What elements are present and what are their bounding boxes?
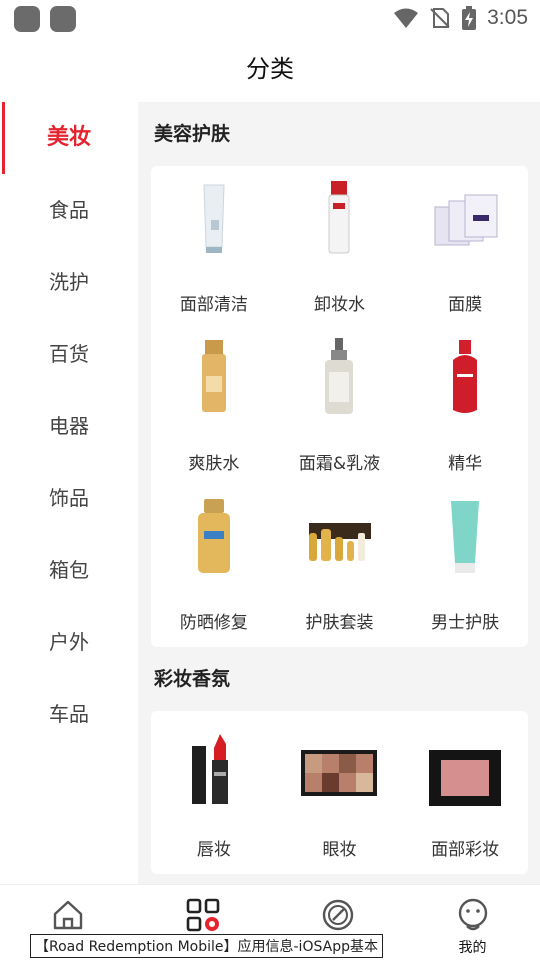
face-mask-pack-icon xyxy=(415,170,515,280)
category-sidebar: 美妆 食品 洗护 百货 电器 饰品 箱包 户外 车品 xyxy=(0,102,138,884)
category-item-label: 爽肤水 xyxy=(188,454,240,474)
makeup-remover-bottle-icon xyxy=(289,170,389,280)
category-item[interactable]: 面部彩妆 xyxy=(402,715,528,874)
category-item[interactable]: 面膜 xyxy=(402,170,528,329)
battery-charging-icon xyxy=(462,6,477,30)
section-title-skincare: 美容护肤 xyxy=(154,123,231,145)
cleanser-tube-icon xyxy=(164,170,264,280)
category-item-label: 防晒修复 xyxy=(179,613,248,633)
section-title-cosmetics: 彩妆香氛 xyxy=(154,668,231,690)
app-notification-icon xyxy=(14,6,40,32)
category-item[interactable]: 防晒修复 xyxy=(151,488,277,647)
profile-icon xyxy=(458,898,487,931)
category-item[interactable]: 唇妆 xyxy=(151,715,277,874)
app-notification-icon xyxy=(50,6,76,32)
blush-compact-icon xyxy=(415,715,515,825)
home-icon xyxy=(53,900,82,930)
category-item[interactable]: 卸妆水 xyxy=(277,170,403,329)
category-item-label: 护肤套装 xyxy=(305,613,374,633)
clock-time: 3:05 xyxy=(487,6,528,29)
category-item-label: 唇妆 xyxy=(196,840,231,860)
category-item-label: 面部彩妆 xyxy=(431,840,500,860)
sidebar-item-personal-care[interactable]: 洗护 xyxy=(0,246,138,318)
category-item-label: 精华 xyxy=(448,454,483,474)
page-header: 分类 xyxy=(0,36,540,102)
serum-bottle-icon xyxy=(415,329,515,439)
category-item[interactable]: 护肤套装 xyxy=(277,488,403,647)
category-item[interactable]: 爽肤水 xyxy=(151,329,277,488)
nav-profile[interactable]: 我的 xyxy=(405,885,540,960)
category-item[interactable]: 面部清洁 xyxy=(151,170,277,329)
category-item[interactable]: 男士护肤 xyxy=(402,488,528,647)
category-item-label: 面膜 xyxy=(448,295,483,315)
discover-icon xyxy=(322,899,353,931)
category-item-label: 男士护肤 xyxy=(431,613,500,633)
sidebar-item-car[interactable]: 车品 xyxy=(0,678,138,750)
mens-tube-icon xyxy=(415,488,515,598)
category-item[interactable]: 面霜&乳液 xyxy=(277,329,403,488)
category-item-label: 面部清洁 xyxy=(179,295,248,315)
category-icon xyxy=(186,898,219,932)
category-item[interactable]: 眼妆 xyxy=(277,715,403,874)
sidebar-item-food[interactable]: 食品 xyxy=(0,174,138,246)
cream-pump-bottle-icon xyxy=(289,329,389,439)
tooltip: 【Road Redemption Mobile】应用信息-iOSApp基本 xyxy=(30,934,383,958)
sidebar-item-outdoor[interactable]: 户外 xyxy=(0,606,138,678)
skincare-grid: 面部清洁 卸妆水 面膜 爽肤水 面霜&乳液 精华 防晒修复 护肤套装 男士护肤 xyxy=(151,166,528,647)
sidebar-item-appliances[interactable]: 电器 xyxy=(0,390,138,462)
sidebar-item-household[interactable]: 百货 xyxy=(0,318,138,390)
nav-profile-label: 我的 xyxy=(458,940,487,956)
sidebar-item-accessories[interactable]: 饰品 xyxy=(0,462,138,534)
skincare-set-icon xyxy=(289,488,389,598)
eyeshadow-palette-icon xyxy=(289,715,389,825)
wifi-icon xyxy=(394,8,419,28)
category-item-label: 眼妆 xyxy=(322,840,357,860)
page-title: 分类 xyxy=(246,55,294,83)
category-item-label: 面霜&乳液 xyxy=(298,454,381,474)
no-sim-icon xyxy=(430,8,450,28)
category-item[interactable]: 精华 xyxy=(402,329,528,488)
cosmetics-grid: 唇妆 眼妆 面部彩妆 xyxy=(151,711,528,874)
toner-bottle-icon xyxy=(164,329,264,439)
sunscreen-bottle-icon xyxy=(164,488,264,598)
category-content: 美容护肤 面部清洁 卸妆水 面膜 爽肤水 面霜&乳液 精华 防晒修复 护肤套装 … xyxy=(138,102,540,884)
sidebar-item-bags[interactable]: 箱包 xyxy=(0,534,138,606)
lipstick-icon xyxy=(164,715,264,825)
sidebar-item-makeup[interactable]: 美妆 xyxy=(0,102,138,174)
category-item-label: 卸妆水 xyxy=(313,295,365,315)
status-bar: 3:05 xyxy=(0,0,540,36)
